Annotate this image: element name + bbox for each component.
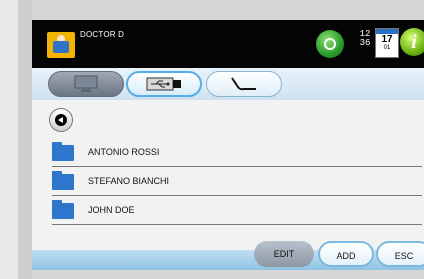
sync-status-icon[interactable] — [316, 30, 344, 58]
folder-icon — [52, 171, 74, 190]
tab-computer[interactable] — [48, 71, 124, 97]
clock-minute: 36 — [359, 38, 371, 48]
list-item-label: JOHN DOE — [88, 205, 135, 215]
user-profile-icon[interactable] — [47, 32, 75, 58]
folder-icon — [52, 200, 74, 219]
info-icon[interactable]: i — [400, 28, 424, 56]
user-body-shape — [53, 41, 69, 53]
source-tab-strip — [32, 68, 424, 100]
calendar-icon[interactable]: 17 01 — [375, 28, 399, 58]
calendar-day: 17 — [381, 34, 393, 45]
row-divider — [52, 224, 422, 225]
sync-ring-shape — [324, 38, 336, 50]
left-gap — [18, 0, 32, 279]
list-item[interactable]: STEFANO BIANCHI — [48, 167, 422, 196]
back-button[interactable] — [49, 108, 73, 132]
left-bezel — [0, 0, 18, 279]
list-item-label: ANTONIO ROSSI — [88, 147, 160, 157]
computer-icon — [74, 75, 98, 92]
edit-button[interactable]: EDIT — [254, 241, 314, 267]
list-item[interactable]: ANTONIO ROSSI — [48, 138, 422, 167]
usb-icon — [146, 77, 181, 91]
clock-display: 12 36 — [357, 30, 373, 48]
tab-usb[interactable] — [126, 71, 202, 97]
list-item-label: STEFANO BIANCHI — [88, 176, 170, 186]
list-item[interactable]: JOHN DOE — [48, 196, 422, 225]
cable-icon — [231, 77, 256, 91]
tab-cable[interactable] — [206, 71, 282, 97]
esc-button[interactable]: ESC — [376, 241, 424, 267]
back-arrow-icon — [55, 114, 67, 126]
user-name-label: DOCTOR D — [80, 30, 125, 39]
add-button[interactable]: ADD — [318, 241, 374, 267]
header-bar: DOCTOR D 12 36 17 01 i — [32, 20, 424, 68]
calendar-month: 01 — [383, 45, 391, 51]
folder-icon — [52, 142, 74, 161]
device-screen: DOCTOR D 12 36 17 01 i ANTONIO ROSSI STE… — [32, 20, 424, 270]
